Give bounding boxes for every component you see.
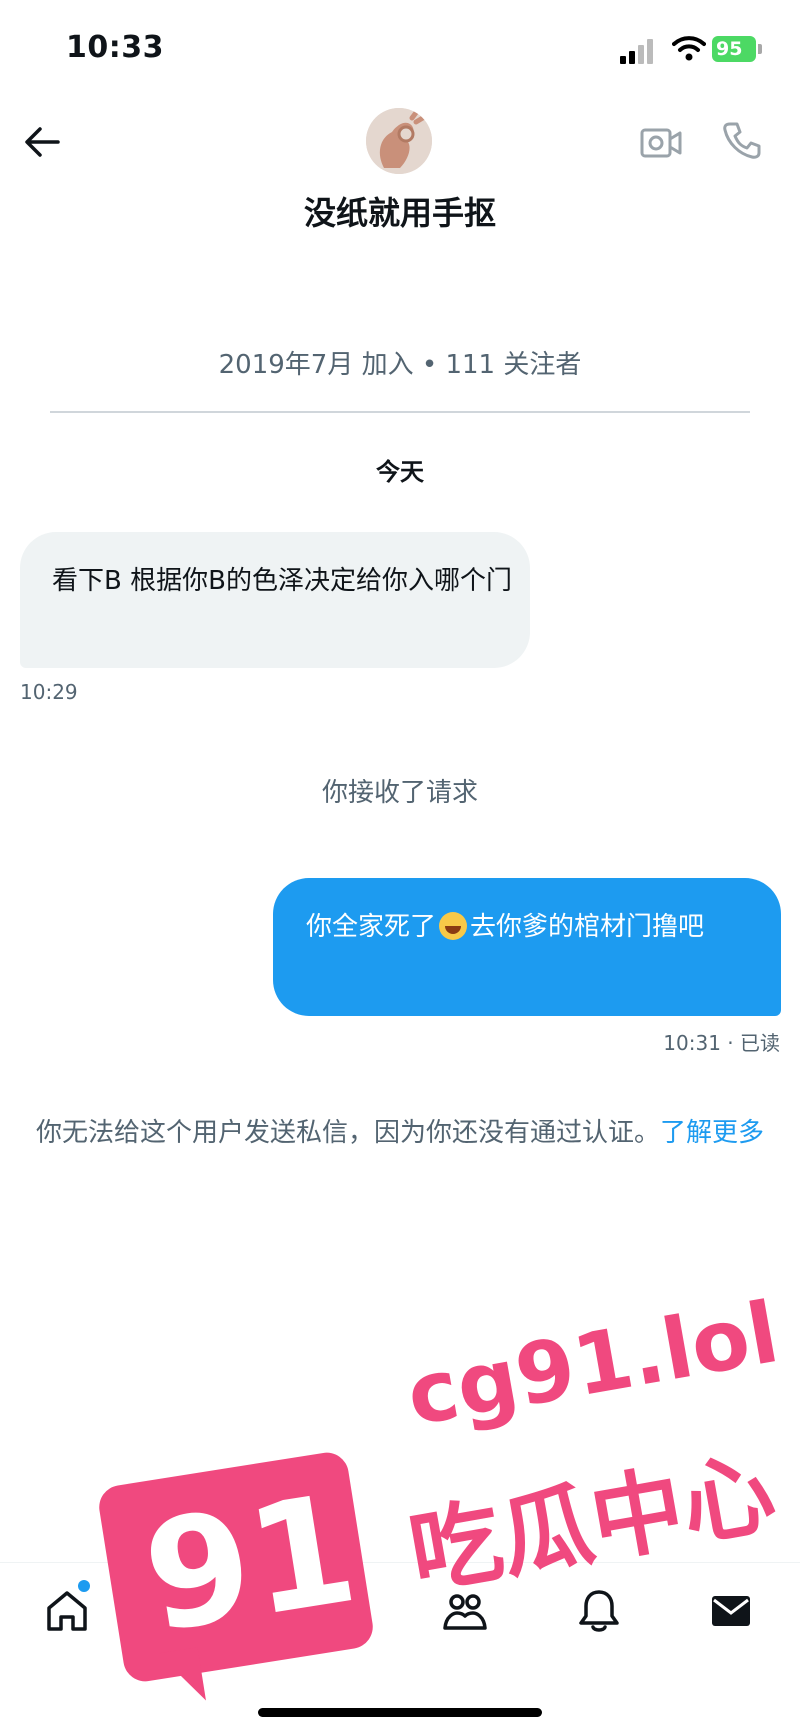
ok-hand-icon <box>366 108 432 174</box>
request-accepted-notice: 你接收了请求 <box>321 778 478 808</box>
divider <box>50 411 750 413</box>
incoming-message-time: 10:29 <box>20 680 78 704</box>
avatar[interactable] <box>366 108 432 174</box>
outgoing-message-meta: 10:31 · 已读 <box>663 1031 780 1055</box>
watermark-url: cg91.lol <box>400 1283 786 1445</box>
outgoing-message-text: 你全家死了 去你爹的棺材门撸吧 <box>306 906 768 948</box>
home-indicator <box>258 1708 542 1717</box>
status-time: 10:33 <box>66 30 164 65</box>
home-icon[interactable] <box>44 1588 90 1634</box>
profile-joined-info: 2019年7月 加入 • 111 关注者 <box>218 350 582 380</box>
video-call-icon[interactable] <box>640 124 682 160</box>
incoming-message-text: 看下B 根据你B的色泽决定给你入哪个门 <box>52 566 512 596</box>
conversation-title: 没纸就用手抠 <box>303 194 496 232</box>
outgoing-text-part1: 你全家死了 <box>306 912 437 942</box>
learn-more-link[interactable]: 了解更多 <box>660 1118 764 1148</box>
wifi-icon <box>672 36 706 61</box>
notifications-icon[interactable] <box>576 1588 622 1634</box>
battery-level: 95 <box>716 38 743 60</box>
watermark-label: 吃瓜中心 <box>401 1438 783 1609</box>
watermark-number: 91 <box>133 1462 368 1667</box>
messages-icon[interactable] <box>708 1588 754 1634</box>
battery-indicator: 95 <box>712 36 756 62</box>
verification-notice-text: 你无法给这个用户发送私信，因为你还没有通过认证。 <box>35 1118 660 1148</box>
home-notification-dot <box>78 1580 90 1592</box>
outgoing-text-part2: 去你爹的棺材门撸吧 <box>470 912 705 942</box>
battery-tip <box>758 44 762 54</box>
verification-notice: 你无法给这个用户发送私信，因为你还没有通过认证。了解更多 <box>14 1110 786 1156</box>
back-arrow-icon[interactable] <box>22 122 62 162</box>
phone-call-icon[interactable] <box>722 120 762 160</box>
date-divider: 今天 <box>376 458 424 486</box>
signal-icon <box>620 38 654 64</box>
laughing-emoji-icon <box>439 912 468 940</box>
